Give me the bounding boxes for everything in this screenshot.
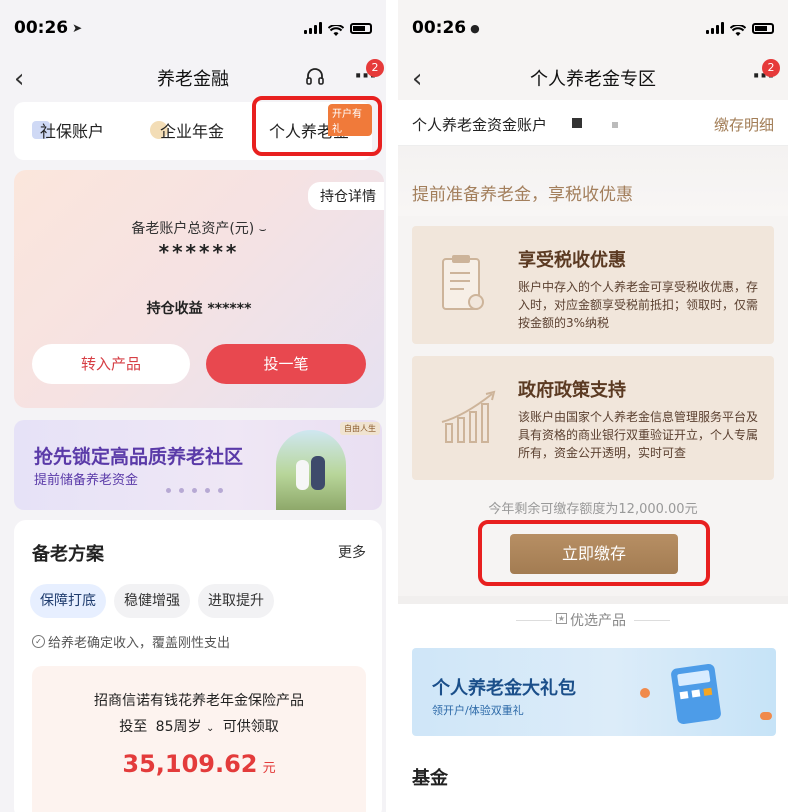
wifi-icon <box>327 22 345 36</box>
policy-support-card: 政府政策支持 该账户由国家个人养老金信息管理服务平台及具有资格的商业银行双重验证… <box>412 356 774 480</box>
gift-pack-subtitle: 领开户/体验双重礼 <box>432 704 524 717</box>
person-icon: ● <box>470 21 480 35</box>
slogan: 提前准备养老金，享税收优惠 <box>412 185 633 205</box>
chip-aggressive[interactable]: 进取提升 <box>198 584 274 618</box>
asset-card: 持仓详情 备老账户总资产(元) ⌣ ****** 持仓收益 ****** 转入产… <box>14 170 384 408</box>
left-screen: 00:26 ➤ ‹ 养老金融 ··· 2 社保账户 企业年金 个人养老金 开户有… <box>0 0 386 812</box>
policy-support-title: 政府政策支持 <box>518 380 626 401</box>
nav-bar: ‹ 个人养老金专区 ··· 2 <box>398 56 788 100</box>
product-name: 招商信诺有钱花养老年金保险产品 <box>94 693 304 709</box>
status-bar: 00:26 ● <box>398 0 788 56</box>
status-time: 00:26 <box>14 18 69 38</box>
gift-pack-title: 个人养老金大礼包 <box>432 678 576 699</box>
star-box-icon: ★ <box>556 613 567 624</box>
projected-amount: 35,109.62 <box>122 750 258 778</box>
notification-badge: 2 <box>366 59 384 77</box>
amount-unit: 元 <box>262 761 276 776</box>
invest-button[interactable]: 投一笔 <box>206 344 366 384</box>
policy-support-desc: 该账户由国家个人养老金信息管理服务平台及具有资格的商业银行双重验证开立，个人专属… <box>518 410 759 460</box>
promo-banner[interactable]: 抢先锁定高品质养老社区 提前储备养老资金 自由人生 <box>14 420 382 510</box>
right-screen: 00:26 ● ‹ 个人养老金专区 ··· 2 个人养老金资金账户 缴存明细 提… <box>398 0 788 812</box>
status-time: 00:26 <box>412 18 467 38</box>
profit-value: ****** <box>207 301 252 317</box>
chip-basic-protection[interactable]: 保障打底 <box>30 584 106 618</box>
highlight-box <box>252 96 382 156</box>
age-select[interactable]: 85周岁 ⌄ <box>156 719 219 735</box>
total-assets-value: ****** <box>158 240 240 264</box>
calculator-illustration <box>664 658 728 728</box>
holding-detail-button[interactable]: 持仓详情 <box>308 182 384 210</box>
plan-chips: 保障打底 稳健增强 进取提升 <box>30 584 282 618</box>
plan-note: 给养老确定收入，覆盖刚性支出 <box>48 636 231 651</box>
gift-pack-banner[interactable]: 个人养老金大礼包 领开户/体验双重礼 <box>412 648 776 736</box>
section-divider: ★ 优选产品 <box>398 596 788 640</box>
check-circle-icon: ✓ <box>32 635 45 648</box>
chip-steady-growth[interactable]: 稳健增强 <box>114 584 190 618</box>
section-title: 优选产品 <box>570 613 626 629</box>
banner-tag: 自由人生 <box>340 422 380 435</box>
battery-icon <box>752 22 774 34</box>
eye-closed-icon[interactable]: ⌣ <box>259 222 267 236</box>
signal-icon <box>304 22 322 34</box>
product-list-area: 个人养老金大礼包 领开户/体验双重礼 基金 <box>398 640 788 812</box>
plan-card: 备老方案 更多 保障打底 稳健增强 进取提升 ✓ 给养老确定收入，覆盖刚性支出 招商… <box>14 520 382 812</box>
more-link[interactable]: 更多 <box>338 542 366 562</box>
coin-icon-2 <box>760 712 772 720</box>
signal-icon <box>706 22 724 34</box>
tax-benefit-title: 享受税收优惠 <box>518 250 626 271</box>
fund-heading: 基金 <box>412 768 448 789</box>
headset-icon[interactable] <box>305 67 325 91</box>
notification-badge: 2 <box>762 59 780 77</box>
masked-account-2 <box>612 122 618 128</box>
carousel-dots <box>166 488 223 493</box>
quota-text: 今年剩余可缴存额度为12,000.00元 <box>488 502 698 517</box>
coin-icon <box>640 688 650 698</box>
page-title: 养老金融 <box>157 69 229 90</box>
banner-title: 抢先锁定高品质养老社区 <box>34 446 244 468</box>
back-chevron-icon[interactable]: ‹ <box>14 64 24 94</box>
location-icon: ➤ <box>72 21 83 35</box>
battery-icon <box>350 22 372 34</box>
masked-account <box>572 118 582 128</box>
clipboard-icon <box>442 255 484 310</box>
deposit-detail-link[interactable]: 缴存明细 <box>714 114 774 135</box>
total-assets-label: 备老账户总资产(元) <box>131 221 255 237</box>
page-title: 个人养老金专区 <box>530 69 656 90</box>
status-bar: 00:26 ➤ <box>0 0 386 56</box>
banner-subtitle: 提前储备养老资金 <box>34 473 139 488</box>
tax-benefit-card: 享受税收优惠 账户中存入的个人养老金可享受税收优惠，存入时，对应金额享受税前抵扣… <box>412 226 774 344</box>
account-label: 个人养老金资金账户 <box>412 116 548 134</box>
tab-enterprise-annuity[interactable]: 企业年金 <box>150 118 224 142</box>
tab-social-security[interactable]: 社保账户 <box>32 118 104 142</box>
couple-illustration <box>276 430 346 510</box>
highlight-box <box>478 520 710 586</box>
account-row[interactable]: 个人养老金资金账户 缴存明细 <box>398 100 788 146</box>
product-card[interactable]: 招商信诺有钱花养老年金保险产品 投至 85周岁 ⌄ 可供领取 35,109.62… <box>32 666 366 812</box>
chevron-down-icon: ⌄ <box>205 723 215 734</box>
transfer-in-button[interactable]: 转入产品 <box>32 344 190 384</box>
slogan-area: 提前准备养老金，享税收优惠 <box>398 146 788 216</box>
nav-bar: ‹ 养老金融 ··· 2 <box>0 56 386 100</box>
wifi-icon <box>729 22 747 36</box>
chart-growth-icon <box>440 388 500 448</box>
plan-title: 备老方案 <box>32 544 104 565</box>
tax-benefit-desc: 账户中存入的个人养老金可享受税收优惠，存入时，对应金额享受税前抵扣；领取时，仅需… <box>518 280 759 330</box>
back-chevron-icon[interactable]: ‹ <box>412 64 422 94</box>
profit-label: 持仓收益 <box>146 301 203 317</box>
